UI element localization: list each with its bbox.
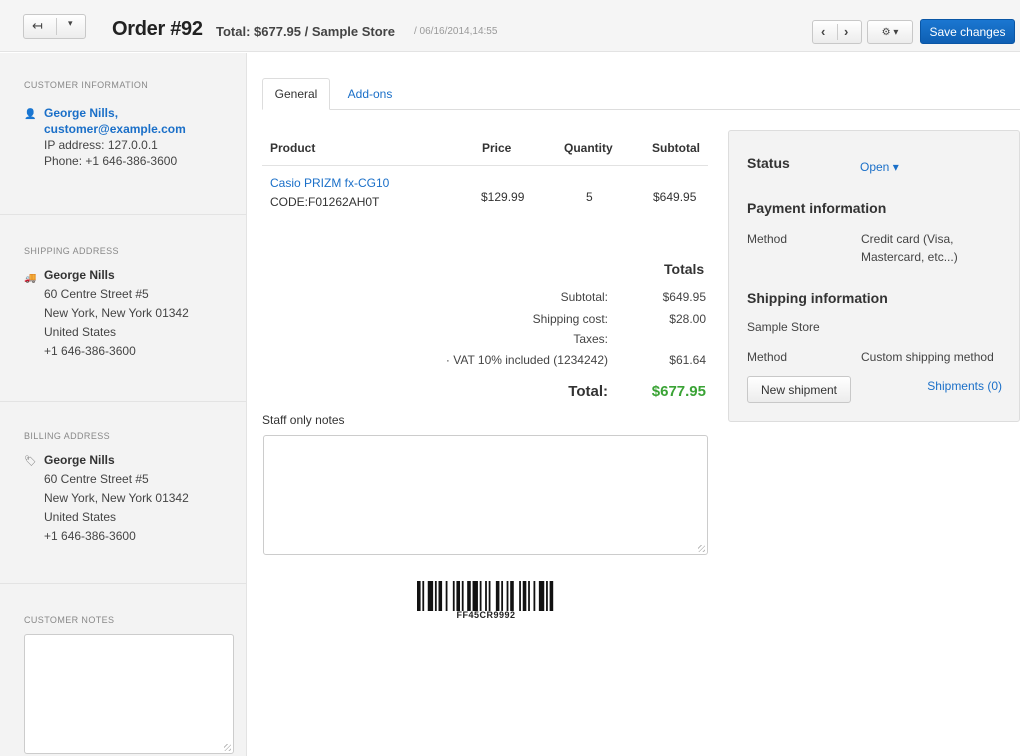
staff-notes-label: Staff only notes bbox=[262, 413, 345, 427]
shipping-method-value: Custom shipping method bbox=[861, 350, 994, 364]
shipping-name: George Nills bbox=[44, 268, 115, 282]
vat-value: $61.64 bbox=[669, 353, 706, 367]
payment-method-value: Credit card (Visa, Mastercard, etc...) bbox=[861, 232, 958, 264]
column-header-subtotal: Subtotal bbox=[652, 141, 700, 155]
page-header: ↤ ▾ Order #92 Total: $677.95 / Sample St… bbox=[0, 0, 1020, 52]
resize-handle-icon[interactable] bbox=[224, 744, 231, 751]
order-date: / 06/16/2014,14:55 bbox=[414, 26, 498, 37]
payment-method-label: Method bbox=[747, 232, 788, 246]
billing-name: George Nills bbox=[44, 453, 115, 467]
billing-address: George Nills 60 Centre Street #5 New Yor… bbox=[44, 451, 189, 546]
customer-notes-heading: CUSTOMER NOTES bbox=[24, 615, 115, 625]
taxes-label: Taxes: bbox=[573, 332, 608, 346]
shipments-link[interactable]: Shipments (0) bbox=[927, 379, 1002, 393]
payment-info-heading: Payment information bbox=[747, 200, 887, 216]
vat-label: · VAT 10% included (1234242) bbox=[445, 353, 608, 367]
previous-order-icon[interactable]: ‹ bbox=[821, 24, 825, 39]
status-dropdown[interactable]: Open ▾ bbox=[860, 160, 899, 174]
total-value: $677.95 bbox=[651, 383, 706, 400]
billing-phone: +1 646-386-3600 bbox=[44, 529, 136, 543]
customer-info: George Nills, customer@example.com IP ad… bbox=[44, 104, 186, 171]
shipping-phone: +1 646-386-3600 bbox=[44, 344, 136, 358]
billing-country: United States bbox=[44, 510, 117, 524]
divider bbox=[56, 18, 57, 35]
column-header-quantity: Quantity bbox=[564, 141, 613, 155]
back-icon[interactable]: ↤ bbox=[32, 18, 43, 34]
shipping-country: United States bbox=[44, 325, 117, 339]
settings-dropdown-button[interactable]: ⚙ ▾ bbox=[867, 20, 913, 44]
divider bbox=[0, 401, 247, 402]
subtotal-label: Subtotal: bbox=[560, 290, 608, 304]
shipping-method-label: Method bbox=[747, 350, 788, 364]
save-button[interactable]: Save changes bbox=[920, 19, 1015, 44]
order-navigation: ‹ › bbox=[812, 20, 862, 44]
billing-city: New York, New York 01342 bbox=[44, 491, 189, 505]
billing-address-heading: BILLING ADDRESS bbox=[24, 431, 111, 441]
product-name-link[interactable]: Casio PRIZM fx-CG10 bbox=[270, 176, 389, 190]
shipping-info-heading: Shipping information bbox=[747, 290, 888, 306]
status-label: Status bbox=[747, 155, 790, 171]
resize-handle-icon[interactable] bbox=[698, 545, 705, 552]
divider bbox=[837, 24, 838, 40]
shipping-address: George Nills 60 Centre Street #5 New Yor… bbox=[44, 266, 189, 361]
shipping-cost-label: Shipping cost: bbox=[532, 312, 608, 326]
product-quantity: 5 bbox=[586, 190, 593, 204]
tag-icon: 🏷 bbox=[24, 456, 37, 467]
billing-street: 60 Centre Street #5 bbox=[44, 472, 149, 486]
column-header-price: Price bbox=[482, 141, 512, 155]
back-button-group[interactable]: ↤ ▾ bbox=[23, 14, 86, 39]
shipping-city: New York, New York 01342 bbox=[44, 306, 189, 320]
customer-sidebar: CUSTOMER INFORMATION 👤 George Nills, cus… bbox=[0, 53, 247, 756]
customer-info-heading: CUSTOMER INFORMATION bbox=[24, 80, 149, 90]
barcode-text: FF45CR9992 bbox=[456, 610, 516, 620]
totals-heading: Totals bbox=[664, 261, 705, 277]
divider bbox=[0, 583, 247, 584]
chevron-down-icon[interactable]: ▾ bbox=[68, 18, 73, 29]
order-info-panel: Status Open ▾ Payment information Method… bbox=[728, 130, 1020, 422]
divider bbox=[0, 214, 247, 215]
column-header-product: Product bbox=[270, 141, 316, 155]
order-summary: Total: $677.95 / Sample Store bbox=[216, 24, 395, 39]
new-shipment-button[interactable]: New shipment bbox=[747, 376, 851, 403]
truck-icon: 🚚 bbox=[24, 273, 37, 284]
tab-general[interactable]: General bbox=[262, 78, 330, 110]
shipping-cost-value: $28.00 bbox=[669, 312, 706, 326]
subtotal-value: $649.95 bbox=[662, 290, 706, 304]
product-price: $129.99 bbox=[481, 190, 525, 204]
shipping-address-heading: SHIPPING ADDRESS bbox=[24, 246, 119, 256]
total-label: Total: bbox=[568, 383, 608, 400]
page-title: Order #92 bbox=[112, 18, 203, 40]
shipping-store: Sample Store bbox=[747, 320, 820, 334]
shipping-street: 60 Centre Street #5 bbox=[44, 287, 149, 301]
product-subtotal: $649.95 bbox=[653, 190, 697, 204]
next-order-icon[interactable]: › bbox=[844, 24, 848, 39]
barcode-image bbox=[417, 581, 554, 611]
customer-phone: Phone: +1 646-386-3600 bbox=[44, 154, 178, 168]
customer-notes-field[interactable] bbox=[24, 634, 234, 754]
table-header-divider bbox=[262, 165, 708, 166]
staff-notes-field[interactable] bbox=[263, 435, 708, 555]
user-icon: 👤 bbox=[24, 109, 37, 120]
product-code: CODE:F01262AH0T bbox=[270, 195, 380, 209]
tab-add-ons[interactable]: Add-ons bbox=[336, 78, 404, 110]
